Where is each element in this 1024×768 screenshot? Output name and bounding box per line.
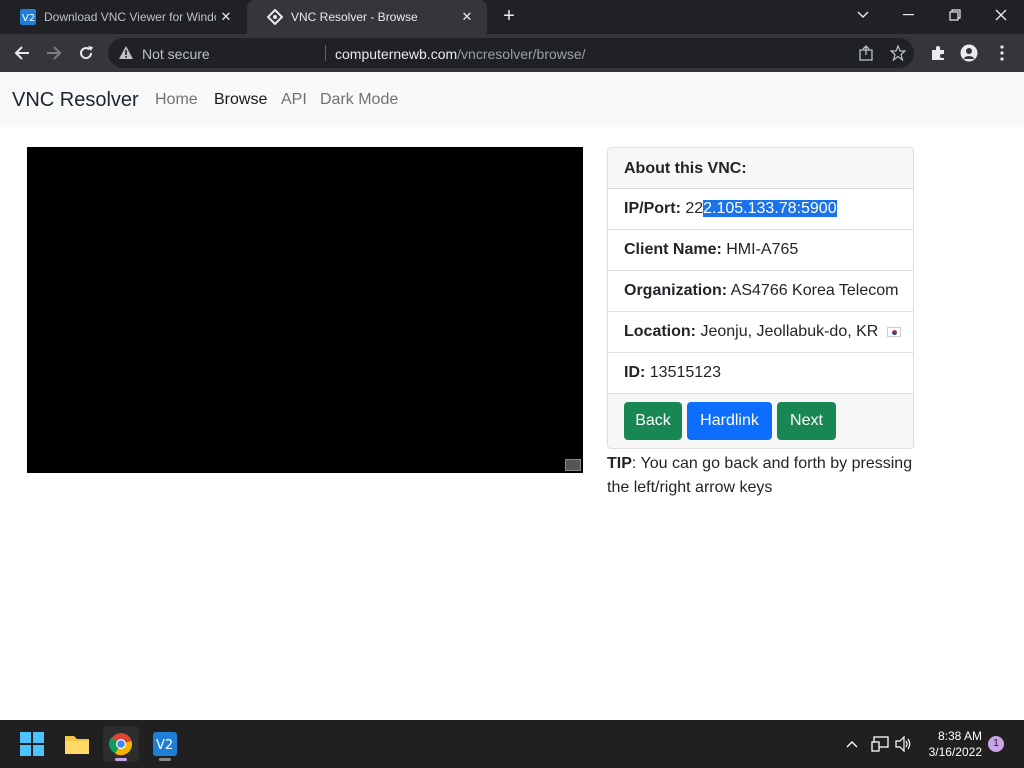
tab-download-vnc[interactable]: V2 Download VNC Viewer for Windo ✕ bbox=[0, 0, 246, 34]
url-text[interactable]: computernewb.com/vncresolver/browse/ bbox=[335, 46, 586, 62]
nav-link-home[interactable]: Home bbox=[155, 91, 198, 109]
ip-port-label: IP/Port: bbox=[624, 200, 681, 217]
vnc-screenshot bbox=[27, 147, 583, 473]
address-bar[interactable]: Not secure computernewb.com/vncresolver/… bbox=[108, 38, 914, 68]
organization-row: Organization: AS4766 Korea Telecom bbox=[608, 271, 913, 312]
nav-link-dark-mode[interactable]: Dark Mode bbox=[320, 91, 398, 109]
ip-port-value[interactable]: 222.105.133.78:5900 bbox=[685, 200, 837, 217]
nav-link-browse[interactable]: Browse bbox=[214, 91, 267, 109]
extensions-puzzle-icon[interactable] bbox=[928, 43, 948, 63]
chevron-up-icon[interactable] bbox=[844, 734, 860, 754]
close-tab-icon[interactable]: ✕ bbox=[216, 7, 236, 27]
restore-button[interactable] bbox=[932, 0, 978, 30]
tab-search-icon[interactable] bbox=[840, 0, 886, 30]
card-header: About this VNC: bbox=[608, 148, 913, 189]
omnibox-divider bbox=[325, 45, 326, 61]
volume-icon[interactable] bbox=[894, 734, 914, 754]
organization-value: AS4766 Korea Telecom bbox=[730, 282, 899, 299]
tip-body: : You can go back and forth by pressing … bbox=[607, 455, 913, 496]
id-value: 13515123 bbox=[649, 364, 721, 381]
resize-corner-icon bbox=[565, 459, 581, 471]
tab-title: VNC Resolver - Browse bbox=[291, 10, 418, 24]
warning-icon[interactable] bbox=[118, 45, 134, 66]
browser-toolbar: Not secure computernewb.com/vncresolver/… bbox=[0, 34, 1024, 72]
reload-icon[interactable] bbox=[74, 41, 98, 65]
share-icon[interactable] bbox=[857, 44, 875, 62]
id-label: ID: bbox=[624, 364, 646, 381]
id-row: ID: 13515123 bbox=[608, 353, 913, 394]
url-path: /vncresolver/browse/ bbox=[457, 46, 586, 62]
location-row: Location: Jeonju, Jeollabuk-do, KR bbox=[608, 312, 913, 353]
new-tab-button[interactable]: + bbox=[498, 5, 520, 27]
next-button[interactable]: Next bbox=[777, 402, 836, 440]
close-window-button[interactable] bbox=[978, 0, 1024, 30]
tab-vnc-resolver[interactable]: VNC Resolver - Browse ✕ bbox=[247, 0, 487, 34]
back-arrow-icon[interactable] bbox=[10, 41, 34, 65]
forward-arrow-icon[interactable] bbox=[42, 41, 66, 65]
chrome-icon[interactable] bbox=[103, 726, 139, 762]
windows-start-icon[interactable] bbox=[14, 726, 50, 762]
client-name-value: HMI-A765 bbox=[726, 241, 799, 258]
card-footer: Back Hardlink Next bbox=[608, 394, 913, 448]
location-label: Location: bbox=[624, 323, 696, 340]
tip-label: TIP bbox=[607, 455, 632, 472]
kr-flag-icon bbox=[886, 326, 901, 337]
clock-time: 8:38 AM bbox=[937, 729, 982, 743]
clock[interactable]: 8:38 AM 3/16/2022 bbox=[914, 728, 982, 760]
tab-strip: V2 Download VNC Viewer for Windo ✕ VNC R… bbox=[0, 0, 1024, 34]
svg-text:V2: V2 bbox=[156, 738, 173, 753]
client-name-label: Client Name: bbox=[624, 241, 722, 258]
ip-port-row: IP/Port: 222.105.133.78:5900 bbox=[608, 189, 913, 230]
back-button[interactable]: Back bbox=[624, 402, 682, 440]
ip-prefix: 22 bbox=[685, 200, 704, 217]
close-tab-icon[interactable]: ✕ bbox=[457, 7, 477, 27]
vnc-viewer-icon: V2 bbox=[20, 9, 36, 25]
notification-badge[interactable]: 1 bbox=[988, 736, 1004, 752]
vnc-viewer-taskbar-icon[interactable]: V2 bbox=[147, 726, 183, 762]
profile-icon[interactable] bbox=[959, 43, 979, 63]
site-brand[interactable]: VNC Resolver bbox=[12, 89, 139, 112]
ip-selected-text: 2.105.133.78:5900 bbox=[703, 200, 837, 217]
taskbar: V2 8:38 AM 3/16/2022 1 bbox=[0, 720, 1024, 768]
running-indicator bbox=[159, 758, 171, 761]
web-page: VNC Resolver Home Browse API Dark Mode A… bbox=[0, 72, 1024, 720]
network-icon[interactable] bbox=[870, 734, 890, 754]
svg-text:V2: V2 bbox=[22, 13, 35, 24]
organization-label: Organization: bbox=[624, 282, 728, 299]
vnc-resolver-favicon-icon bbox=[267, 9, 283, 25]
nav-link-api[interactable]: API bbox=[281, 91, 307, 109]
bookmark-star-icon[interactable] bbox=[889, 44, 907, 62]
file-explorer-icon[interactable] bbox=[59, 726, 95, 762]
active-indicator bbox=[115, 758, 127, 761]
clock-date: 3/16/2022 bbox=[928, 745, 982, 759]
client-name-row: Client Name: HMI-A765 bbox=[608, 230, 913, 271]
hardlink-button[interactable]: Hardlink bbox=[687, 402, 772, 440]
security-label[interactable]: Not secure bbox=[142, 46, 210, 62]
url-host: computernewb.com bbox=[335, 46, 458, 62]
minimize-button[interactable] bbox=[886, 0, 932, 30]
tip-text: TIP: You can go back and forth by pressi… bbox=[607, 452, 917, 500]
menu-kebab-icon[interactable] bbox=[992, 43, 1012, 63]
location-value: Jeonju, Jeollabuk-do, KR bbox=[700, 323, 879, 340]
tab-title: Download VNC Viewer for Windo bbox=[44, 10, 216, 24]
vnc-info-card: About this VNC: IP/Port: 222.105.133.78:… bbox=[607, 147, 914, 449]
site-navbar: VNC Resolver Home Browse API Dark Mode bbox=[0, 72, 1024, 127]
